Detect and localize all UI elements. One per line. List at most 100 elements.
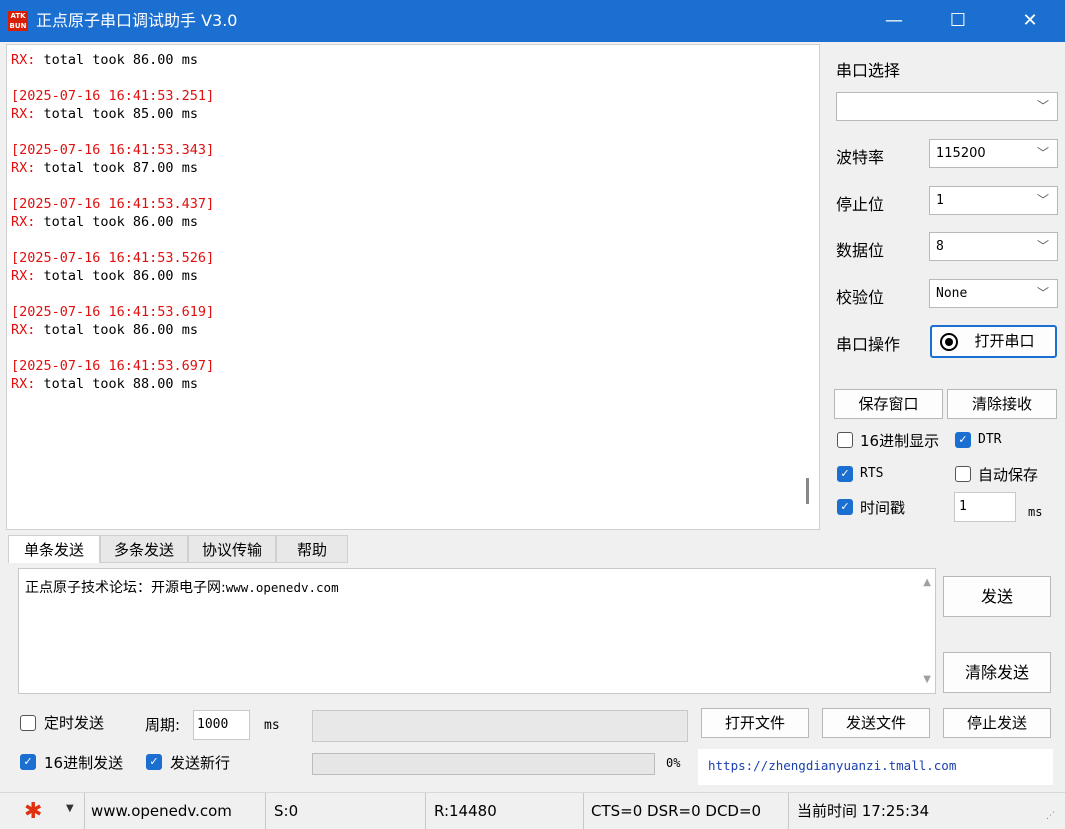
maximize-button[interactable]: ☐ <box>930 0 986 42</box>
rx-timestamp: [2025-07-16 16:41:53.697] <box>11 358 215 374</box>
rx-timestamp: [2025-07-16 16:41:53.343] <box>11 142 215 158</box>
rx-line: RX: total took 86.00 ms <box>11 321 799 339</box>
timestamp-checkbox[interactable]: ✓ <box>837 499 853 515</box>
rts-label: RTS <box>860 466 884 481</box>
tab-protocol[interactable]: 协议传输 <box>188 535 276 563</box>
auto-save-label: 自动保存 <box>978 466 1039 484</box>
progress-percent: 0% <box>666 756 681 770</box>
stopbits-value: 1 <box>936 193 944 208</box>
send-text: 正点原子技术论坛：开源电子网:www.openedv.com <box>25 577 339 597</box>
send-textarea[interactable]: 正点原子技术论坛：开源电子网:www.openedv.com ▲ ▼ <box>18 568 936 694</box>
rx-text: total took 87.00 ms <box>35 160 198 176</box>
rx-label: RX: <box>11 160 36 176</box>
databits-label: 数据位 <box>836 241 885 260</box>
save-window-button[interactable]: 保存窗口 <box>834 389 943 419</box>
open-port-label: 打开串口 <box>974 332 1035 350</box>
port-op-label: 串口操作 <box>836 335 901 354</box>
open-file-button[interactable]: 打开文件 <box>701 708 809 738</box>
rx-text: total took 86.00 ms <box>35 52 198 68</box>
port-status-icon <box>940 333 958 351</box>
databits-value: 8 <box>936 239 944 254</box>
parity-label: 校验位 <box>836 288 885 307</box>
rx-label: RX: <box>11 52 36 68</box>
rx-label: RX: <box>11 214 36 230</box>
receive-area[interactable]: RX: total took 86.00 ms [2025-07-16 16:4… <box>6 44 820 530</box>
timestamp-label: 时间戳 <box>860 499 906 517</box>
rx-text: total took 85.00 ms <box>35 106 198 122</box>
auto-save-checkbox[interactable] <box>955 466 971 482</box>
dropdown-arrow-icon[interactable]: ▼ <box>66 803 74 814</box>
port-select-label: 串口选择 <box>836 61 901 80</box>
databits-select[interactable]: 8 ﹀ <box>929 232 1058 261</box>
rx-line: RX: total took 88.00 ms <box>11 375 799 393</box>
stop-send-button[interactable]: 停止发送 <box>943 708 1051 738</box>
baud-label: 波特率 <box>836 148 885 167</box>
scroll-up-icon[interactable]: ▲ <box>923 577 931 588</box>
dtr-label: DTR <box>978 432 1002 447</box>
rx-line: RX: total took 87.00 ms <box>11 159 799 177</box>
period-unit: ms <box>264 718 280 733</box>
send-progress-bar <box>312 753 655 775</box>
send-text-prefix: 正点原子技术论坛：开源电子网: <box>25 580 226 596</box>
clear-receive-button[interactable]: 清除接收 <box>947 389 1057 419</box>
resize-grip-icon[interactable]: ⋰ <box>1046 811 1055 821</box>
close-button[interactable]: ✕ <box>1002 0 1058 42</box>
stopbits-label: 停止位 <box>836 195 885 214</box>
rx-label: RX: <box>11 106 36 122</box>
settings-gear-icon[interactable]: ✱ <box>24 801 48 823</box>
dtr-checkbox[interactable]: ✓ <box>955 432 971 448</box>
clear-send-button[interactable]: 清除发送 <box>943 652 1051 693</box>
receive-scrollbar[interactable] <box>806 478 809 504</box>
status-line-signals: CTS=0 DSR=0 DCD=0 <box>585 793 789 829</box>
shop-link[interactable]: https://zhengdianyuanzi.tmall.com <box>698 749 1053 785</box>
send-newline-checkbox[interactable]: ✓ <box>146 754 162 770</box>
period-input[interactable]: 1000 <box>193 710 250 740</box>
status-website: www.openedv.com <box>84 793 266 829</box>
status-received-count: R:14480 <box>428 793 584 829</box>
window-title: 正点原子串口调试助手 V3.0 <box>36 11 238 30</box>
send-newline-label: 发送新行 <box>170 754 231 772</box>
chevron-down-icon: ﹀ <box>1036 99 1049 113</box>
send-button[interactable]: 发送 <box>943 576 1051 617</box>
stopbits-select[interactable]: 1 ﹀ <box>929 186 1058 215</box>
rx-line: RX: total took 85.00 ms <box>11 105 799 123</box>
tab-help[interactable]: 帮助 <box>276 535 348 563</box>
scroll-down-icon[interactable]: ▼ <box>923 674 931 685</box>
port-select[interactable]: ﹀ <box>836 92 1058 121</box>
app-logo-icon: ATK BUN <box>8 11 28 31</box>
rx-text: total took 86.00 ms <box>35 322 198 338</box>
hex-send-label: 16进制发送 <box>44 754 124 772</box>
chevron-down-icon: ﹀ <box>1036 193 1049 207</box>
rts-checkbox[interactable]: ✓ <box>837 466 853 482</box>
receive-log: RX: total took 86.00 ms [2025-07-16 16:4… <box>11 51 799 393</box>
send-file-button[interactable]: 发送文件 <box>822 708 930 738</box>
status-current-time: 当前时间 17:25:34 <box>797 802 930 820</box>
rx-text: total took 86.00 ms <box>35 214 198 230</box>
hex-display-checkbox[interactable] <box>837 432 853 448</box>
send-text-url: www.openedv.com <box>225 580 339 595</box>
chevron-down-icon: ﹀ <box>1036 286 1049 300</box>
tab-multi-send[interactable]: 多条发送 <box>100 535 188 563</box>
rx-text: total took 86.00 ms <box>35 268 198 284</box>
rx-line: RX: total took 86.00 ms <box>11 213 799 231</box>
baud-select[interactable]: 115200 ﹀ <box>929 139 1058 168</box>
parity-value: None <box>936 286 968 301</box>
file-path-field[interactable] <box>312 710 688 742</box>
timed-send-label: 定时发送 <box>44 714 105 732</box>
status-bar: ✱ ▼ www.openedv.com S:0 R:14480 CTS=0 DS… <box>0 792 1065 829</box>
rx-timestamp: [2025-07-16 16:41:53.251] <box>11 88 215 104</box>
rx-label: RX: <box>11 322 36 338</box>
rx-text: total took 88.00 ms <box>35 376 198 392</box>
timed-send-checkbox[interactable] <box>20 715 36 731</box>
rx-timestamp: [2025-07-16 16:41:53.619] <box>11 304 215 320</box>
period-label: 周期: <box>145 716 181 734</box>
tab-single-send[interactable]: 单条发送 <box>8 535 100 563</box>
parity-select[interactable]: None ﹀ <box>929 279 1058 308</box>
baud-value: 115200 <box>936 146 986 161</box>
open-port-button[interactable]: 打开串口 <box>930 325 1057 358</box>
rx-timestamp: [2025-07-16 16:41:53.526] <box>11 250 215 266</box>
rx-label: RX: <box>11 376 36 392</box>
timestamp-interval-input[interactable]: 1 <box>954 492 1016 522</box>
minimize-button[interactable]: — <box>866 0 922 42</box>
hex-send-checkbox[interactable]: ✓ <box>20 754 36 770</box>
